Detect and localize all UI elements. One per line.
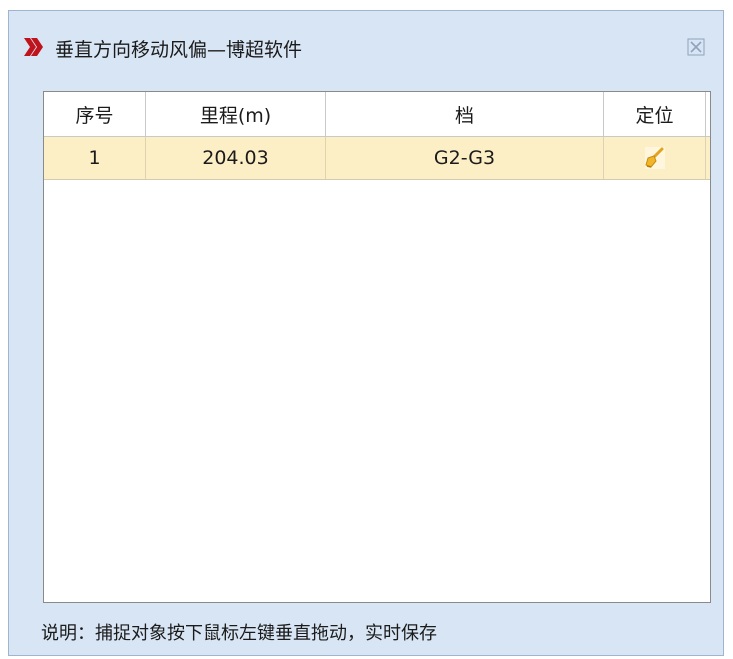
- window-title: 垂直方向移动风偏—博超软件: [55, 39, 303, 61]
- table-row[interactable]: 1 204.03 G2-G3: [44, 137, 710, 180]
- cell-mileage[interactable]: 204.03: [146, 137, 326, 179]
- cell-span[interactable]: G2-G3: [326, 137, 604, 179]
- instruction-text: 说明：捕捉对象按下鼠标左键垂直拖动，实时保存: [41, 623, 437, 644]
- column-header-span[interactable]: 档: [326, 92, 604, 136]
- close-x-icon: [687, 38, 705, 56]
- red-double-chevron-icon: [23, 37, 45, 57]
- column-header-index[interactable]: 序号: [44, 92, 146, 136]
- grid-header: 序号 里程(m) 档 定位: [44, 92, 710, 137]
- title-bar: 垂直方向移动风偏—博超软件: [9, 11, 723, 73]
- dialog-window: 垂直方向移动风偏—博超软件 序号 里程(m) 档 定位 1 204.03 G2-…: [8, 10, 724, 656]
- column-header-locate[interactable]: 定位: [604, 92, 706, 136]
- cell-locate[interactable]: [604, 137, 706, 179]
- cell-index[interactable]: 1: [44, 137, 146, 179]
- close-button[interactable]: [687, 38, 705, 56]
- locate-brush-icon[interactable]: [642, 145, 668, 171]
- column-header-mileage[interactable]: 里程(m): [146, 92, 326, 136]
- results-grid[interactable]: 序号 里程(m) 档 定位 1 204.03 G2-G3: [43, 91, 711, 603]
